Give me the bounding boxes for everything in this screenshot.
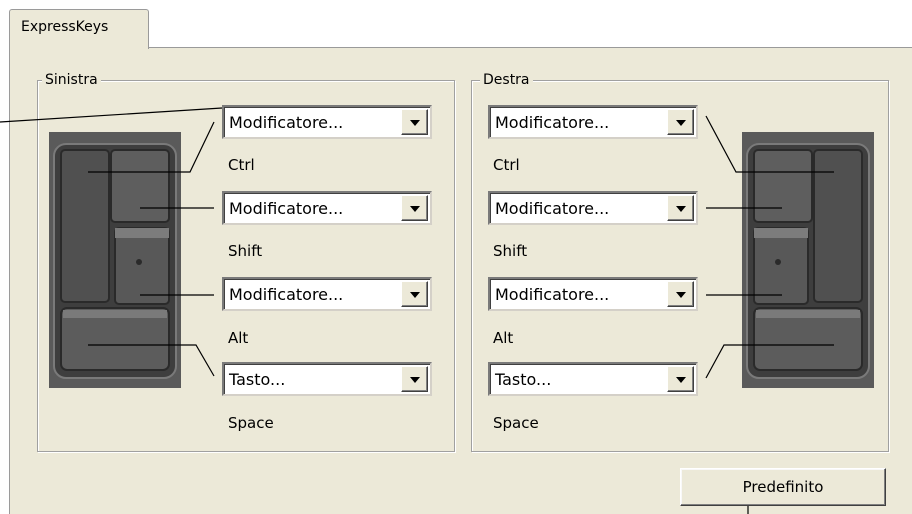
chevron-down-icon [410, 292, 420, 298]
caption-left-key-2: Shift [228, 242, 263, 260]
keypad-left-icon [49, 132, 181, 388]
chevron-down-icon [410, 206, 420, 212]
chevron-down-icon [676, 206, 686, 212]
dropdown-value: Modificatore... [495, 113, 610, 132]
dropdown-right-key-3[interactable]: Modificatore... [488, 277, 698, 311]
dropdown-button[interactable] [667, 109, 694, 135]
chevron-down-icon [676, 292, 686, 298]
dropdown-left-key-4[interactable]: Tasto... [222, 362, 432, 396]
dropdown-right-key-2[interactable]: Modificatore... [488, 191, 698, 225]
caption-left-key-1: Ctrl [228, 156, 255, 174]
dropdown-button[interactable] [667, 195, 694, 221]
caption-left-key-3: Alt [228, 329, 249, 347]
group-title-left: Sinistra [42, 71, 101, 89]
dropdown-left-key-1[interactable]: Modificatore... [222, 105, 432, 139]
group-title-right: Destra [480, 71, 533, 89]
chevron-down-icon [410, 120, 420, 126]
dropdown-left-key-2[interactable]: Modificatore... [222, 191, 432, 225]
dropdown-value: Modificatore... [229, 199, 344, 218]
keypad-right-icon [742, 132, 874, 388]
dropdown-value: Modificatore... [495, 285, 610, 304]
dropdown-left-key-3[interactable]: Modificatore... [222, 277, 432, 311]
dropdown-button[interactable] [401, 195, 428, 221]
dropdown-button[interactable] [401, 366, 428, 392]
dropdown-button[interactable] [667, 366, 694, 392]
dropdown-button[interactable] [401, 281, 428, 307]
chevron-down-icon [676, 120, 686, 126]
dropdown-value: Modificatore... [229, 285, 344, 304]
default-button[interactable]: Predefinito [680, 468, 886, 506]
content-layer: Sinistra Destra Modificatore... Ctrl Mod… [0, 0, 912, 514]
caption-right-key-4: Space [493, 414, 539, 432]
caption-right-key-1: Ctrl [493, 156, 520, 174]
dropdown-value: Tasto... [495, 370, 552, 389]
dropdown-button[interactable] [667, 281, 694, 307]
caption-left-key-4: Space [228, 414, 274, 432]
dropdown-value: Modificatore... [495, 199, 610, 218]
dropdown-right-key-4[interactable]: Tasto... [488, 362, 698, 396]
caption-right-key-3: Alt [493, 329, 514, 347]
chevron-down-icon [410, 377, 420, 383]
dropdown-right-key-1[interactable]: Modificatore... [488, 105, 698, 139]
dropdown-value: Modificatore... [229, 113, 344, 132]
caption-right-key-2: Shift [493, 242, 528, 260]
chevron-down-icon [676, 377, 686, 383]
dropdown-value: Tasto... [229, 370, 286, 389]
dropdown-button[interactable] [401, 109, 428, 135]
